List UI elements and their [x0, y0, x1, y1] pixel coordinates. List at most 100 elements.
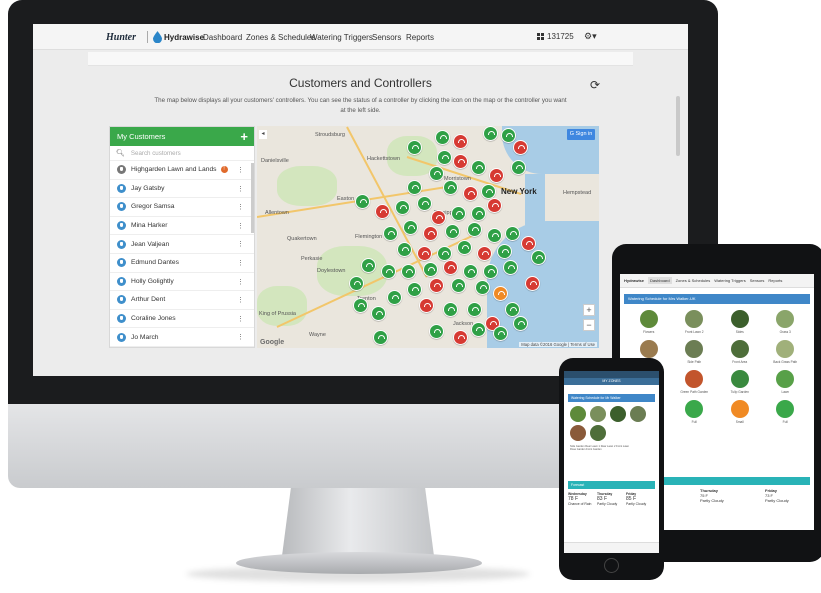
- more-options-icon[interactable]: ⋮: [237, 259, 244, 267]
- controller-pin-icon[interactable]: [419, 298, 434, 313]
- tablet-nav-item[interactable]: Dashboard: [648, 277, 672, 284]
- customer-row[interactable]: Holly Golightly ⋮: [110, 273, 254, 292]
- zone-tile[interactable]: Front Lawn 2: [672, 310, 718, 334]
- controller-pin-icon[interactable]: [403, 220, 418, 235]
- more-options-icon[interactable]: ⋮: [237, 185, 244, 193]
- zone-tile[interactable]: Full: [763, 400, 809, 424]
- tablet-nav-item[interactable]: Watering Triggers: [714, 278, 745, 283]
- controller-pin-icon[interactable]: [429, 166, 444, 181]
- controller-pin-icon[interactable]: [471, 322, 486, 337]
- controller-pin-icon[interactable]: [417, 196, 432, 211]
- controller-pin-icon[interactable]: [489, 168, 504, 183]
- controller-pin-icon[interactable]: [453, 154, 468, 169]
- collapse-panel-icon[interactable]: ◂: [259, 130, 267, 139]
- controller-pin-icon[interactable]: [487, 228, 502, 243]
- controller-pin-icon[interactable]: [513, 316, 528, 331]
- controller-pin-icon[interactable]: [511, 160, 526, 175]
- customer-row[interactable]: Jean Valjean ⋮: [110, 235, 254, 254]
- controller-pin-icon[interactable]: [475, 280, 490, 295]
- controller-pin-icon[interactable]: [429, 324, 444, 339]
- phone-home-button[interactable]: [604, 558, 619, 573]
- tablet-brand[interactable]: Hydrawise: [624, 278, 644, 283]
- controller-pin-icon[interactable]: [503, 260, 518, 275]
- zone-tile[interactable]: Lawn: [763, 370, 809, 394]
- controller-pin-icon[interactable]: [453, 134, 468, 149]
- controller-pin-icon[interactable]: [493, 326, 508, 341]
- google-sign-in-button[interactable]: G Sign in: [567, 129, 595, 140]
- controller-pin-icon[interactable]: [407, 282, 422, 297]
- zoom-out-button[interactable]: −: [583, 319, 595, 331]
- controller-pin-icon[interactable]: [407, 140, 422, 155]
- page-scrollbar[interactable]: [676, 96, 680, 156]
- map-attribution[interactable]: Map data ©2016 Google | Terms of Use: [519, 342, 597, 347]
- controller-pin-icon[interactable]: [383, 226, 398, 241]
- zone-tile[interactable]: Sides: [717, 310, 763, 334]
- more-options-icon[interactable]: ⋮: [237, 315, 244, 323]
- customer-row[interactable]: Jay Gatsby ⋮: [110, 180, 254, 199]
- controller-pin-icon[interactable]: [471, 160, 486, 175]
- controller-pin-icon[interactable]: [467, 222, 482, 237]
- controller-pin-icon[interactable]: [431, 210, 446, 225]
- nav-watering-triggers[interactable]: Watering Triggers: [310, 33, 373, 42]
- controller-pin-icon[interactable]: [353, 298, 368, 313]
- controller-pin-icon[interactable]: [401, 264, 416, 279]
- controller-pin-icon[interactable]: [525, 276, 540, 291]
- zone-tile[interactable]: Front Area: [717, 340, 763, 364]
- customer-row[interactable]: Arthur Dent ⋮: [110, 291, 254, 310]
- controller-pin-icon[interactable]: [513, 140, 528, 155]
- zone-tile[interactable]: Grass 3: [763, 310, 809, 334]
- nav-sensors[interactable]: Sensors: [372, 33, 401, 42]
- controller-pin-icon[interactable]: [453, 330, 468, 345]
- customer-list-scrollbar[interactable]: [251, 163, 254, 233]
- controller-pin-icon[interactable]: [531, 250, 546, 265]
- zone-tile[interactable]: Full: [672, 400, 718, 424]
- zone-tile[interactable]: Green Path Garden: [672, 370, 718, 394]
- controller-pin-icon[interactable]: [505, 226, 520, 241]
- controller-pin-icon[interactable]: [443, 260, 458, 275]
- controller-pin-icon[interactable]: [429, 278, 444, 293]
- controller-pin-icon[interactable]: [443, 302, 458, 317]
- controller-pin-icon[interactable]: [349, 276, 364, 291]
- customer-row[interactable]: Edmund Dantes ⋮: [110, 254, 254, 273]
- zone-tile[interactable]: Flowers: [626, 310, 672, 334]
- more-options-icon[interactable]: ⋮: [237, 222, 244, 230]
- nav-reports[interactable]: Reports: [406, 33, 434, 42]
- controller-pin-icon[interactable]: [497, 244, 512, 259]
- controller-pin-icon[interactable]: [371, 306, 386, 321]
- controllers-map[interactable]: Stroudsburg Parsippany Morristown New Yo…: [257, 126, 599, 348]
- zone-image[interactable]: [570, 425, 586, 441]
- controller-pin-icon[interactable]: [451, 206, 466, 221]
- controller-pin-icon[interactable]: [387, 290, 402, 305]
- controller-pin-icon[interactable]: [417, 246, 432, 261]
- customer-row[interactable]: Mina Harker ⋮: [110, 217, 254, 236]
- controller-pin-icon[interactable]: [435, 130, 450, 145]
- controller-pin-icon[interactable]: [355, 194, 370, 209]
- controller-pin-icon[interactable]: [493, 286, 508, 301]
- customer-search-input[interactable]: 🔍︎ Search customers: [110, 146, 254, 161]
- zone-image[interactable]: [590, 425, 606, 441]
- zone-image[interactable]: [630, 406, 646, 422]
- controller-pin-icon[interactable]: [381, 264, 396, 279]
- controller-pin-icon[interactable]: [463, 264, 478, 279]
- controller-pin-icon[interactable]: [481, 184, 496, 199]
- controller-pin-icon[interactable]: [463, 186, 478, 201]
- controller-pin-icon[interactable]: [477, 246, 492, 261]
- hydrawise-logo[interactable]: Hydrawise: [164, 33, 204, 42]
- controller-pin-icon[interactable]: [483, 126, 498, 141]
- controller-pin-icon[interactable]: [487, 198, 502, 213]
- controller-pin-icon[interactable]: [361, 258, 376, 273]
- zone-tile[interactable]: Small: [717, 400, 763, 424]
- customer-row[interactable]: Jo March ⋮: [110, 328, 254, 347]
- controller-pin-icon[interactable]: [375, 204, 390, 219]
- customer-row[interactable]: Highgarden Lawn and Lands! ⋮: [110, 161, 254, 180]
- controller-pin-icon[interactable]: [437, 246, 452, 261]
- zoom-in-button[interactable]: +: [583, 304, 595, 316]
- customer-row[interactable]: Coraline Jones ⋮: [110, 310, 254, 329]
- zone-image[interactable]: [570, 406, 586, 422]
- controller-pin-icon[interactable]: [457, 240, 472, 255]
- more-options-icon[interactable]: ⋮: [237, 240, 244, 248]
- more-options-icon[interactable]: ⋮: [237, 278, 244, 286]
- hunter-logo[interactable]: Hunter: [106, 32, 136, 43]
- more-options-icon[interactable]: ⋮: [237, 296, 244, 304]
- controller-pin-icon[interactable]: [505, 302, 520, 317]
